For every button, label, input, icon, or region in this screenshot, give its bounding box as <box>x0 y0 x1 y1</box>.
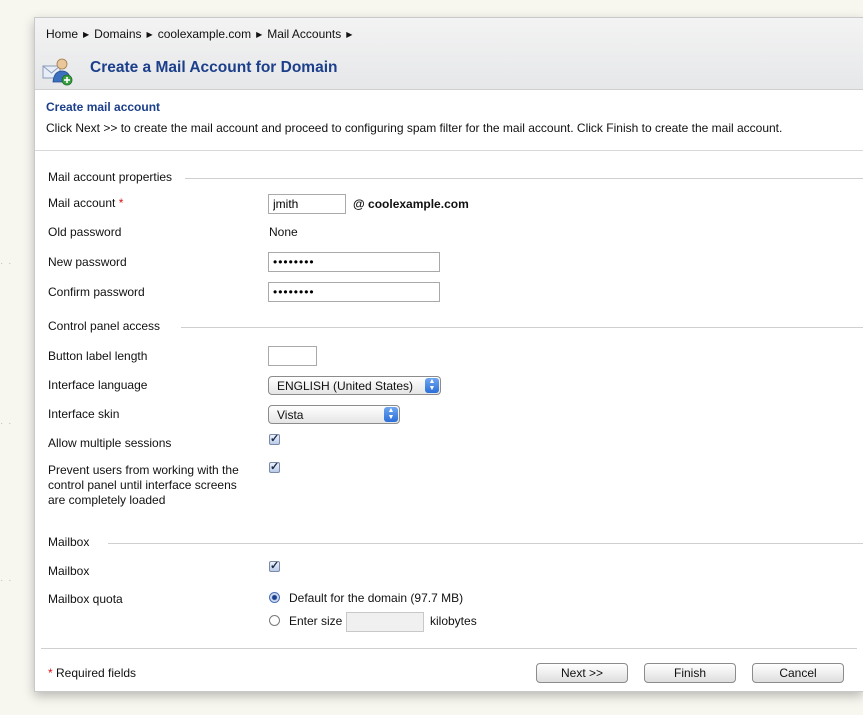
prevent-users-label-line: control panel until interface screens <box>48 478 237 492</box>
breadcrumb-domains[interactable]: Domains <box>94 27 141 41</box>
next-button[interactable]: Next >> <box>536 663 628 683</box>
mail-account-label: Mail account * <box>48 196 123 211</box>
footer-divider <box>41 648 857 649</box>
quota-enter-size-label: Enter size <box>289 614 343 628</box>
breadcrumb: Home ▶ Domains ▶ coolexample.com ▶ Mail Accoun… <box>46 27 357 41</box>
allow-multiple-sessions-checkbox[interactable]: ✓ <box>269 434 280 445</box>
breadcrumb-separator-icon: ▶ <box>146 30 153 39</box>
quota-enter-size-radio[interactable] <box>269 615 280 626</box>
intro-heading: Create mail account <box>46 100 161 114</box>
required-fields-text: Required fields <box>56 666 137 680</box>
mailbox-checkbox[interactable]: ✓ <box>269 561 280 572</box>
quota-default-radio[interactable] <box>269 592 280 603</box>
breadcrumb-home[interactable]: Home <box>46 27 78 41</box>
button-label-length-input[interactable] <box>268 346 317 366</box>
intro-block: Create mail account Click Next >> to cre… <box>46 100 782 135</box>
section-mailbox: Mailbox <box>48 535 98 549</box>
finish-button[interactable]: Finish <box>644 663 736 683</box>
confirm-password-label: Confirm password <box>48 285 145 299</box>
intro-text: Click Next >> to create the mail account… <box>46 121 783 135</box>
allow-multiple-sessions-label: Allow multiple sessions <box>48 436 172 450</box>
section-divider <box>185 178 863 179</box>
prevent-users-label: Prevent users from working with the cont… <box>48 463 239 508</box>
interface-skin-label: Interface skin <box>48 407 120 421</box>
section-divider <box>108 543 863 544</box>
required-fields-note: * Required fields <box>48 666 136 681</box>
quota-default-label: Default for the domain (97.7 MB) <box>289 591 464 605</box>
domain-suffix: @ coolexample.com <box>353 197 469 211</box>
interface-language-label: Interface language <box>48 378 148 392</box>
mail-account-label-text: Mail account <box>48 196 116 210</box>
mailbox-quota-label: Mailbox quota <box>48 592 123 606</box>
mail-user-add-icon <box>42 58 73 86</box>
button-label-length-label: Button label length <box>48 349 148 363</box>
interface-language-select[interactable]: ENGLISH (United States) ▲ ▼ <box>268 376 441 395</box>
old-password-value: None <box>269 225 298 239</box>
breadcrumb-mail-accounts[interactable]: Mail Accounts <box>267 27 341 41</box>
breadcrumb-separator-icon: ▶ <box>346 30 353 39</box>
breadcrumb-domain[interactable]: coolexample.com <box>158 27 251 41</box>
quota-unit-label: kilobytes <box>430 614 477 628</box>
mailbox-label: Mailbox <box>48 564 90 578</box>
select-arrows-icon: ▲ ▼ <box>425 378 439 393</box>
new-password-label: New password <box>48 255 127 269</box>
section-control-panel: Control panel access <box>48 319 169 333</box>
confirm-password-input[interactable] <box>268 282 440 302</box>
required-marker: * <box>48 666 53 680</box>
page-title: Create a Mail Account for Domain <box>90 59 338 76</box>
intro-divider <box>35 150 863 151</box>
section-mail-properties: Mail account properties <box>48 170 181 184</box>
breadcrumb-separator-icon: ▶ <box>83 30 90 39</box>
page-header: Home ▶ Domains ▶ coolexample.com ▶ Mail Accoun… <box>35 18 863 90</box>
dialog-panel: Home ▶ Domains ▶ coolexample.com ▶ Mail Accoun… <box>34 17 863 692</box>
left-edge-dots: · · <box>0 258 13 269</box>
interface-skin-select[interactable]: Vista ▲ ▼ <box>268 405 400 424</box>
cancel-button[interactable]: Cancel <box>752 663 844 683</box>
interface-language-value: ENGLISH (United States) <box>277 379 414 393</box>
left-edge-dots: · · <box>0 575 13 586</box>
mail-account-input[interactable] <box>268 194 346 214</box>
section-divider <box>181 327 863 328</box>
required-marker: * <box>118 196 124 210</box>
quota-size-input[interactable] <box>346 612 424 632</box>
new-password-input[interactable] <box>268 252 440 272</box>
old-password-label: Old password <box>48 225 122 239</box>
prevent-users-label-line: are completely loaded <box>48 493 166 507</box>
prevent-users-label-line: Prevent users from working with the <box>48 463 239 477</box>
left-edge-dots: · · <box>0 418 13 429</box>
select-arrows-icon: ▲ ▼ <box>384 407 398 422</box>
prevent-users-checkbox[interactable]: ✓ <box>269 462 280 473</box>
interface-skin-value: Vista <box>277 408 304 422</box>
breadcrumb-separator-icon: ▶ <box>256 30 263 39</box>
